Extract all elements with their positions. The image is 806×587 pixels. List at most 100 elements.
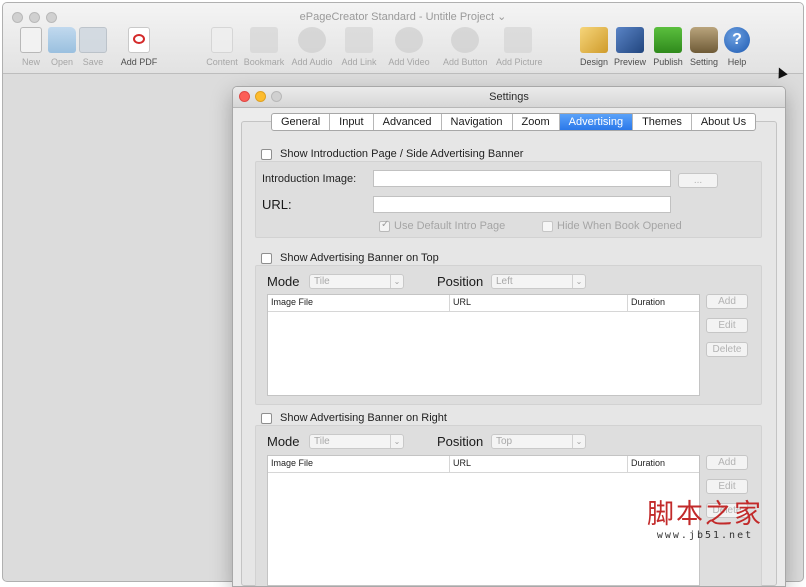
toolbar-add-video-button[interactable]: Add Video xyxy=(387,27,431,67)
dialog-titlebar: Settings xyxy=(233,87,785,108)
banner-right-mode-label: Mode xyxy=(267,434,300,449)
toolbar-add-link-button[interactable]: Add Link xyxy=(337,27,381,67)
banner-top-mode-value: Tile xyxy=(314,276,330,287)
banner-top-edit-button[interactable]: Edit xyxy=(706,318,748,333)
dialog-title: Settings xyxy=(489,91,529,103)
chevron-down-icon: ⌄ xyxy=(390,435,403,448)
bookmark-icon xyxy=(250,27,278,53)
tab-input[interactable]: Input xyxy=(330,114,374,130)
banner-right-add-button[interactable]: Add xyxy=(706,455,748,470)
chevron-down-icon: ⌄ xyxy=(390,275,403,288)
banner-right-edit-button[interactable]: Edit xyxy=(706,479,748,494)
banner-top-position-label: Position xyxy=(437,274,484,289)
toolbar-label: Add Button xyxy=(443,57,488,67)
toolbar-label: Add Link xyxy=(341,57,377,67)
banner-top-checkbox[interactable] xyxy=(261,252,272,264)
settings-tabs: General Input Advanced Navigation Zoom A… xyxy=(271,113,757,131)
toolbar-add-pdf-button[interactable]: Add PDF xyxy=(117,27,161,67)
toolbar-label: Add Picture xyxy=(496,57,543,67)
use-default-intro-checkbox[interactable] xyxy=(379,219,390,232)
design-icon xyxy=(580,27,608,53)
banner-right-mode-value: Tile xyxy=(314,436,330,447)
column-header-url[interactable]: URL xyxy=(450,456,628,472)
banner-right-label: Show Advertising Banner on Right xyxy=(280,412,447,424)
app-title: ePageCreator Standard - Untitle Project … xyxy=(3,10,803,23)
title-chevron-icon[interactable]: ⌄ xyxy=(497,11,506,23)
toolbar-add-picture-button[interactable]: Add Picture xyxy=(496,27,543,67)
banner-top-add-button[interactable]: Add xyxy=(706,294,748,309)
column-header-image-file[interactable]: Image File xyxy=(268,456,450,472)
show-intro-label: Show Introduction Page / Side Advertisin… xyxy=(280,148,524,160)
toolbar-label: Bookmark xyxy=(243,57,285,67)
banner-top-checkbox-row[interactable]: Show Advertising Banner on Top xyxy=(261,252,439,264)
toolbar-label: Save xyxy=(82,57,104,67)
toolbar-add-button-button[interactable]: Add Button xyxy=(443,27,488,67)
setting-icon xyxy=(690,27,718,53)
pdf-icon xyxy=(128,27,150,53)
banner-top-label: Show Advertising Banner on Top xyxy=(280,252,439,264)
app-titlebar: ePageCreator Standard - Untitle Project … xyxy=(3,3,803,74)
hide-when-opened-checkbox[interactable] xyxy=(542,220,553,232)
banner-right-position-select[interactable]: Top ⌄ xyxy=(491,434,586,449)
column-header-url[interactable]: URL xyxy=(450,295,628,311)
preview-icon xyxy=(616,27,644,53)
toolbar-help-button[interactable]: ? Help xyxy=(715,27,759,67)
tab-general[interactable]: General xyxy=(272,114,331,130)
banner-right-delete-button[interactable]: Delete xyxy=(706,503,748,518)
browse-button[interactable]: ... xyxy=(678,173,718,188)
banner-right-table[interactable]: Image File URL Duration xyxy=(267,455,700,586)
banner-top-table[interactable]: Image File URL Duration xyxy=(267,294,700,396)
banner-right-position-value: Top xyxy=(496,436,513,447)
chevron-down-icon: ⌄ xyxy=(572,435,585,448)
intro-url-label: URL: xyxy=(262,197,292,212)
tab-advertising[interactable]: Advertising xyxy=(559,114,634,130)
tab-themes[interactable]: Themes xyxy=(633,114,692,130)
video-icon xyxy=(395,27,423,53)
use-default-intro-label: Use Default Intro Page xyxy=(394,220,506,232)
banner-right-mode-select[interactable]: Tile ⌄ xyxy=(309,434,404,449)
intro-url-field[interactable] xyxy=(373,196,671,213)
publish-icon xyxy=(654,27,682,53)
table-header: Image File URL Duration xyxy=(268,456,699,473)
toolbar-label: Content xyxy=(206,57,238,67)
toolbar-add-audio-button[interactable]: Add Audio xyxy=(290,27,334,67)
save-disk-icon xyxy=(79,27,107,53)
banner-top-delete-button[interactable]: Delete xyxy=(706,342,748,357)
hide-when-opened-row[interactable]: Hide When Book Opened xyxy=(542,220,682,232)
tab-zoom[interactable]: Zoom xyxy=(513,114,560,130)
column-header-image-file[interactable]: Image File xyxy=(268,295,450,311)
table-header: Image File URL Duration xyxy=(268,295,699,312)
toolbar-content-button[interactable]: Content xyxy=(200,27,244,67)
hide-when-opened-label: Hide When Book Opened xyxy=(557,220,682,232)
tab-advanced[interactable]: Advanced xyxy=(374,114,442,130)
link-icon xyxy=(345,27,373,53)
column-header-duration[interactable]: Duration xyxy=(628,295,699,311)
banner-right-checkbox[interactable] xyxy=(261,412,272,424)
banner-top-position-select[interactable]: Left ⌄ xyxy=(491,274,586,289)
button-icon xyxy=(451,27,479,53)
picture-icon xyxy=(504,27,532,53)
toolbar-label: Help xyxy=(727,57,747,67)
banner-top-mode-select[interactable]: Tile ⌄ xyxy=(309,274,404,289)
toolbar-save-button[interactable]: Save xyxy=(71,27,115,67)
new-document-icon xyxy=(20,27,42,53)
show-intro-checkbox-row[interactable]: Show Introduction Page / Side Advertisin… xyxy=(261,148,523,160)
toolbar-label: Add Audio xyxy=(291,57,333,67)
help-icon: ? xyxy=(724,27,750,53)
audio-icon xyxy=(298,27,326,53)
chevron-down-icon: ⌄ xyxy=(572,275,585,288)
toolbar-label: Add Video xyxy=(388,57,430,67)
tab-navigation[interactable]: Navigation xyxy=(442,114,513,130)
app-title-text: ePageCreator Standard - Untitle Project xyxy=(299,11,495,23)
intro-image-label: Introduction Image: xyxy=(262,173,357,185)
tab-about-us[interactable]: About Us xyxy=(692,114,755,130)
toolbar-bookmark-button[interactable]: Bookmark xyxy=(242,27,286,67)
use-default-intro-row[interactable]: Use Default Intro Page xyxy=(379,219,506,232)
intro-image-field[interactable] xyxy=(373,170,671,187)
banner-top-mode-label: Mode xyxy=(267,274,300,289)
show-intro-checkbox[interactable] xyxy=(261,148,272,160)
column-header-duration[interactable]: Duration xyxy=(628,456,699,472)
toolbar-label: Add PDF xyxy=(120,57,158,67)
banner-top-position-value: Left xyxy=(496,276,513,287)
banner-right-checkbox-row[interactable]: Show Advertising Banner on Right xyxy=(261,412,447,424)
